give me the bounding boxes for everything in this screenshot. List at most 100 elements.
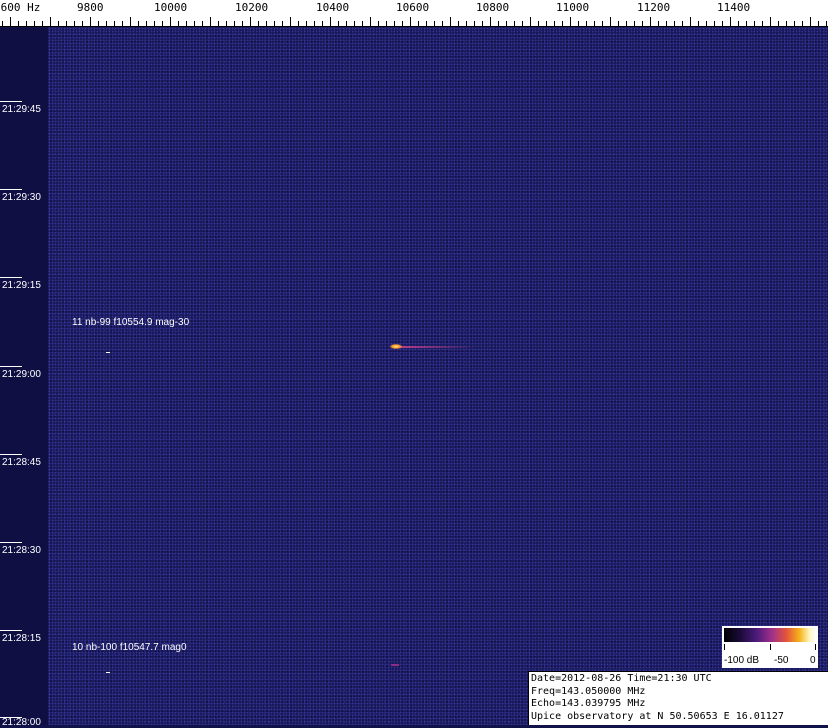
time-label-212900: 21:29:00	[2, 369, 41, 380]
freq-tick	[746, 21, 747, 26]
freq-tick	[194, 21, 195, 26]
freq-tick	[594, 21, 595, 26]
freq-tick	[50, 17, 51, 26]
freq-tick	[810, 17, 811, 26]
freq-tick	[666, 21, 667, 26]
freq-tick	[474, 21, 475, 26]
time-label-212915: 21:29:15	[2, 280, 41, 291]
scale-label-mid: -50	[774, 655, 789, 666]
freq-label-10200: 10200	[235, 1, 269, 14]
event-label-10: 10 nb-100 f10547.7 mag0	[72, 642, 187, 653]
time-tick	[0, 366, 22, 367]
freq-tick	[826, 21, 827, 26]
time-label-212945: 21:29:45	[2, 104, 41, 115]
freq-tick	[658, 21, 659, 26]
freq-tick	[618, 21, 619, 26]
freq-tick	[738, 21, 739, 26]
freq-tick	[634, 21, 635, 26]
freq-tick	[2, 21, 3, 26]
freq-tick	[402, 21, 403, 26]
time-label-212800: 21:28:00	[2, 717, 41, 728]
meteor-echo-head	[390, 344, 402, 349]
info-observatory: Upice observatory at N 50.50653 E 16.011…	[531, 710, 784, 722]
freq-tick	[562, 21, 563, 26]
freq-tick	[42, 21, 43, 26]
freq-tick	[250, 17, 251, 26]
freq-tick	[138, 21, 139, 26]
freq-tick	[626, 21, 627, 26]
freq-tick	[786, 21, 787, 26]
freq-tick	[322, 21, 323, 26]
freq-tick	[674, 21, 675, 26]
freq-tick	[714, 21, 715, 26]
freq-tick	[530, 17, 531, 26]
scale-label-max: 0	[810, 655, 816, 666]
freq-tick	[98, 21, 99, 26]
freq-tick	[754, 21, 755, 26]
freq-tick	[378, 21, 379, 26]
freq-tick	[298, 21, 299, 26]
db-color-scale: -100 dB -50 0	[722, 626, 818, 668]
freq-tick	[538, 21, 539, 26]
freq-tick	[458, 21, 459, 26]
observation-info-panel: Date=2012-08-26 Time=21:30 UTC Freq=143.…	[528, 671, 828, 725]
freq-tick	[490, 17, 491, 26]
freq-label-10400: 10400	[316, 1, 350, 14]
freq-tick	[106, 21, 107, 26]
freq-tick	[642, 21, 643, 26]
scale-tick	[724, 644, 725, 650]
freq-tick	[386, 21, 387, 26]
time-label-212830: 21:28:30	[2, 545, 41, 556]
freq-tick	[434, 21, 435, 26]
scale-tick	[770, 644, 771, 650]
freq-tick	[178, 21, 179, 26]
event-marker	[106, 672, 110, 673]
freq-tick	[154, 21, 155, 26]
info-frequency: Freq=143.050000 MHz	[531, 685, 646, 697]
freq-tick	[482, 21, 483, 26]
freq-label-9800: 9800	[77, 1, 104, 14]
freq-label-10600: 10600	[396, 1, 430, 14]
freq-tick	[130, 17, 131, 26]
freq-tick	[122, 21, 123, 26]
event-marker	[106, 352, 110, 353]
freq-tick	[442, 21, 443, 26]
freq-tick	[146, 21, 147, 26]
freq-tick	[18, 21, 19, 26]
color-scale-bar	[724, 628, 816, 642]
freq-tick	[698, 21, 699, 26]
time-label-212815: 21:28:15	[2, 633, 41, 644]
meteor-echo-trail	[398, 346, 476, 348]
freq-tick	[610, 17, 611, 26]
freq-tick	[514, 21, 515, 26]
freq-tick	[362, 21, 363, 26]
freq-tick	[578, 21, 579, 26]
freq-tick	[82, 21, 83, 26]
freq-tick	[338, 21, 339, 26]
time-tick	[0, 101, 22, 102]
freq-tick	[450, 17, 451, 26]
scale-tick	[815, 644, 816, 650]
freq-tick	[418, 21, 419, 26]
freq-tick	[762, 21, 763, 26]
freq-tick	[802, 21, 803, 26]
freq-tick	[546, 21, 547, 26]
freq-tick	[162, 21, 163, 26]
freq-tick	[706, 21, 707, 26]
time-tick	[0, 542, 22, 543]
freq-tick	[10, 17, 11, 26]
freq-tick	[266, 21, 267, 26]
freq-tick	[114, 21, 115, 26]
meteor-echo-faint	[391, 664, 399, 666]
freq-tick	[770, 17, 771, 26]
freq-tick	[498, 21, 499, 26]
freq-tick	[410, 17, 411, 26]
freq-label-10800: 10800	[476, 1, 510, 14]
freq-label-11400: 11400	[717, 1, 751, 14]
freq-tick	[586, 21, 587, 26]
freq-tick	[522, 21, 523, 26]
freq-tick	[690, 17, 691, 26]
freq-tick	[58, 21, 59, 26]
spectrogram-waterfall	[0, 27, 828, 725]
freq-tick	[602, 21, 603, 26]
